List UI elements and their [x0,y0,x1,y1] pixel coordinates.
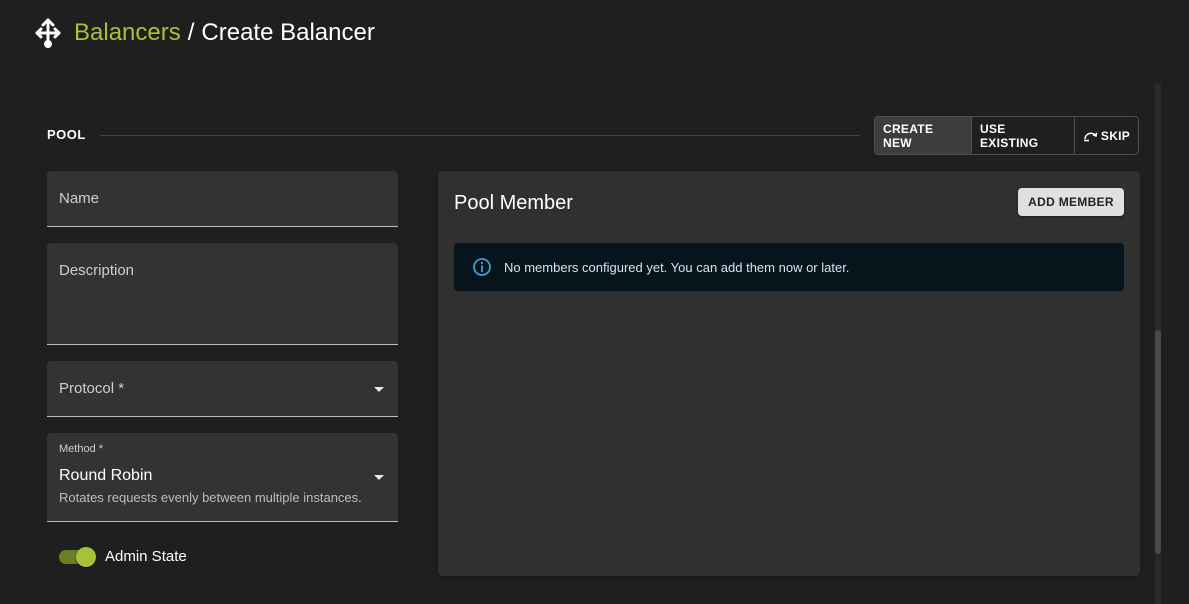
create-new-button[interactable]: CREATE NEW [875,117,972,154]
page-header: Balancers / Create Balancer [32,14,375,52]
skip-button[interactable]: SKIP [1075,117,1138,154]
admin-state-toggle[interactable] [59,546,97,568]
breadcrumb-separator: / [187,19,195,46]
empty-members-alert: No members configured yet. You can add t… [454,243,1124,291]
caret-down-icon [374,387,384,392]
admin-state-label: Admin State [105,548,187,565]
page-title: Create Balancer [201,19,375,46]
toggle-thumb [76,547,96,567]
pool-section-label: POOL [47,127,86,142]
pool-member-title: Pool Member [454,192,573,214]
caret-down-icon [374,475,384,480]
add-member-button[interactable]: ADD MEMBER [1018,188,1124,216]
method-select-hint: Rotates requests evenly between multiple… [59,490,362,505]
skip-button-label: SKIP [1100,128,1131,143]
breadcrumb-balancers-link[interactable]: Balancers [74,19,181,47]
protocol-select-placeholder: Protocol * [59,380,125,397]
method-select-label: Method * [59,443,104,455]
method-select-value: Round Robin [59,467,153,484]
pool-divider [100,135,860,136]
description-field[interactable]: Description [47,243,398,345]
description-field-placeholder: Description [59,262,135,279]
pool-mode-toggle-group: CREATE NEW USE EXISTING SKIP [874,116,1139,155]
info-icon [472,257,492,277]
scrollbar-thumb[interactable] [1155,330,1161,554]
arrows-split-icon [32,15,64,51]
method-select[interactable]: Method * Round Robin Rotates requests ev… [47,433,398,522]
name-field-placeholder: Name [59,190,100,207]
empty-members-message: No members configured yet. You can add t… [504,259,850,275]
skip-arrow-icon [1083,132,1098,141]
name-field[interactable]: Name [47,171,398,227]
pool-member-card: Pool Member ADD MEMBER No members config… [438,171,1140,576]
use-existing-button[interactable]: USE EXISTING [972,117,1075,154]
protocol-select[interactable]: Protocol * [47,361,398,417]
